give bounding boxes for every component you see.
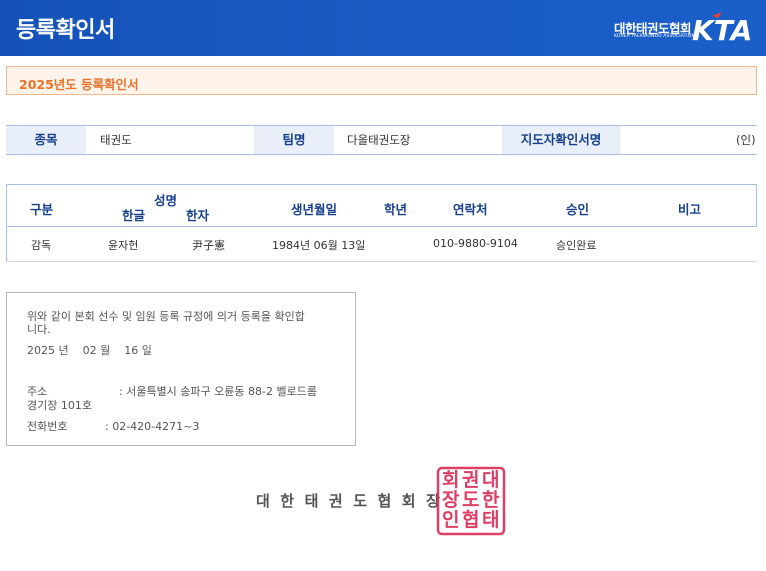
document-title: 2025년도 등록확인서	[19, 77, 139, 92]
col-approval: 승인	[566, 202, 590, 217]
seal-char: 회	[442, 469, 459, 491]
row-category: 감독	[31, 239, 52, 252]
confirmation-box: 위와 같이 본회 선수 및 임원 등록 규정에 의거 등록을 확인합 니다. 2…	[6, 292, 356, 446]
association-name: 대한태권도협회장	[256, 492, 451, 510]
confirm-statement-line1: 위와 같이 본회 선수 및 임원 등록 규정에 의거 등록을 확인합	[27, 310, 305, 323]
table-header: 구분 성명 한글 한자 생년월일 학년 연락처 승인 비고	[6, 184, 757, 227]
team-label: 팀명	[254, 126, 334, 154]
sport-value: 태권도	[100, 133, 132, 147]
row-name-hanja: 尹子憲	[192, 239, 225, 252]
seal-char: 인	[442, 509, 459, 531]
logo-english-text: KOREA TAEKWONDO ASSOCIATION	[614, 34, 695, 39]
kta-emblem-icon: KTA	[692, 12, 752, 46]
document-title-bar: 2025년도 등록확인서	[6, 66, 757, 95]
sport-label: 종목	[6, 126, 86, 154]
team-value: 다올태권도장	[347, 133, 411, 147]
col-birth: 생년월일	[291, 202, 338, 217]
col-name-hanja: 한자	[186, 208, 210, 223]
page-title: 등록확인서	[16, 18, 115, 43]
col-grade: 학년	[384, 202, 408, 217]
coach-signature-label: 지도자확인서명	[502, 126, 620, 154]
col-category: 구분	[30, 202, 54, 217]
col-name-hangul: 한글	[122, 208, 146, 223]
seal-char: 협	[462, 509, 479, 531]
address-line1: : 서울특별시 송파구 오륜동 88-2 벨로드롬	[119, 385, 317, 398]
seal-char: 도	[462, 489, 479, 511]
phone-label: 전화번호	[27, 420, 68, 433]
phone-value: : 02-420-4271~3	[105, 420, 200, 433]
address-label: 주소	[27, 385, 48, 398]
official-seal-icon: 대한태권도협회장인	[436, 466, 506, 536]
row-name-hangul: 윤자헌	[108, 239, 139, 252]
header-bar: 등록확인서 대한태권도협회 KOREA TAEKWONDO ASSOCIATIO…	[0, 0, 766, 56]
seal-char: 장	[442, 489, 460, 511]
registration-table: 구분 성명 한글 한자 생년월일 학년 연락처 승인 비고 감독 윤자헌 尹子憲…	[6, 184, 757, 262]
row-birth: 1984년 06월 13일	[272, 239, 366, 252]
info-row: 종목 태권도 팀명 다올태권도장 지도자확인서명 (인)	[6, 125, 757, 155]
confirm-date: 2025 년 02 월 16 일	[27, 344, 152, 357]
confirm-statement-line2: 니다.	[27, 323, 51, 336]
address-line2: 경기장 101호	[27, 399, 92, 412]
logo-letters: KTA	[692, 14, 752, 46]
seal-char: 태	[482, 509, 499, 531]
kta-logo: 대한태권도협회 KOREA TAEKWONDO ASSOCIATION KTA	[612, 12, 752, 46]
col-contact: 연락처	[453, 202, 488, 217]
col-note: 비고	[678, 202, 702, 217]
col-name: 성명	[154, 193, 178, 208]
row-approval: 승인완료	[556, 239, 597, 252]
table-row: 감독 윤자헌 尹子憲 1984년 06월 13일 010-9880-9104 승…	[6, 227, 757, 262]
row-contact: 010-9880-9104	[433, 237, 518, 250]
seal-char: 대	[482, 469, 499, 491]
seal-char: 권	[462, 469, 479, 491]
coach-signature-value: (인)	[736, 133, 756, 147]
seal-char: 한	[482, 489, 500, 511]
